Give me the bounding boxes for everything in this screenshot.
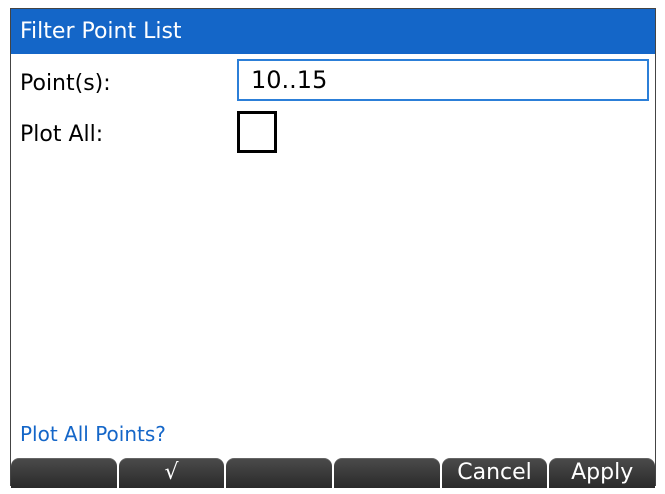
softkey-ok[interactable]: √ xyxy=(118,458,225,488)
softkey-bar: √ Cancel Apply xyxy=(11,458,656,488)
plot-all-label: Plot All: xyxy=(20,122,104,147)
apply-button[interactable]: Apply xyxy=(549,458,656,488)
points-input[interactable]: 10..15 xyxy=(237,59,649,101)
softkey-3[interactable] xyxy=(226,458,333,488)
softkey-1[interactable] xyxy=(11,458,117,488)
help-text: Plot All Points? xyxy=(20,422,166,446)
window-title: Filter Point List xyxy=(11,9,655,54)
softkey-4[interactable] xyxy=(334,458,440,488)
calculator-screen: Filter Point List Point(s): 10..15 Plot … xyxy=(10,8,656,488)
points-label: Point(s): xyxy=(20,71,111,96)
plot-all-checkbox[interactable] xyxy=(237,111,277,153)
cancel-button[interactable]: Cancel xyxy=(441,458,548,488)
